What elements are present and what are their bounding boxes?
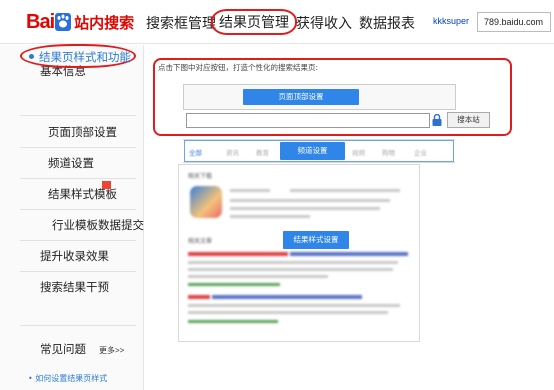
search-input[interactable]: [186, 113, 430, 128]
text-line: [290, 189, 400, 192]
new-badge-icon: [102, 181, 111, 189]
bullet-icon: [29, 54, 34, 59]
result-url: [188, 283, 280, 286]
faq-title: 常见问题: [40, 342, 86, 356]
sidebar-item-industry-template-submit[interactable]: 行业模板数据提交: [52, 217, 144, 233]
search-site-button[interactable]: 搜本站: [447, 112, 490, 128]
top-bar: Bai 站内搜索 搜索框管理 结果页管理 获得收入 数据报表 kkksuper …: [0, 0, 554, 44]
text-line: [230, 199, 390, 202]
text-line: [188, 275, 328, 278]
search-lock-icon: [432, 114, 442, 126]
result-link[interactable]: [212, 295, 362, 299]
more-link[interactable]: 更多>>: [99, 345, 124, 356]
text-line: [230, 215, 310, 218]
divider: [20, 240, 136, 241]
logo-suffix: 站内搜索: [74, 13, 135, 32]
sidebar-item-channel-settings[interactable]: 频道设置: [48, 155, 94, 171]
result-heading-articles: 相关文章: [188, 238, 213, 245]
sidebar-item-improve-indexing[interactable]: 提升收录效果: [40, 248, 109, 264]
tab-video[interactable]: 视频: [352, 147, 365, 157]
nav-earnings[interactable]: 获得收入: [296, 13, 352, 33]
result-link[interactable]: [290, 252, 408, 256]
sidebar-item-result-intervention[interactable]: 搜索结果干预: [40, 279, 109, 295]
divider: [20, 115, 136, 116]
divider: [20, 147, 136, 148]
text-line: [230, 207, 380, 210]
result-url: [188, 320, 278, 323]
divider: [20, 209, 136, 210]
tab-news[interactable]: 资讯: [226, 147, 239, 157]
nav-data-reports[interactable]: 数据报表: [359, 13, 415, 33]
baidu-logo[interactable]: Bai 站内搜索: [26, 10, 134, 34]
result-style-button[interactable]: 结果样式设置: [283, 231, 349, 249]
tab-education[interactable]: 教育: [256, 147, 269, 157]
divider: [20, 178, 136, 179]
nav-search-box-management[interactable]: 搜索框管理: [146, 13, 216, 33]
result-link[interactable]: [188, 252, 288, 256]
sidebar-item-result-page-style[interactable]: 结果页样式和功能: [39, 49, 131, 65]
result-heading-download: 相关下载: [188, 173, 213, 180]
text-line: [188, 311, 388, 314]
top-setting-button[interactable]: 页面顶部设置: [243, 89, 359, 105]
text-line: [188, 268, 393, 271]
text-line: [188, 304, 400, 307]
result-link[interactable]: [188, 295, 210, 299]
username[interactable]: kkksuper: [433, 16, 469, 26]
text-line: [188, 261, 398, 264]
divider: [20, 271, 136, 272]
tab-all[interactable]: 全部: [189, 147, 202, 157]
tab-enterprise[interactable]: 企业: [414, 147, 427, 157]
logo-bai: Bai: [26, 10, 55, 33]
paw-icon: [55, 13, 72, 31]
tab-shopping[interactable]: 购物: [382, 147, 395, 157]
divider: [20, 325, 136, 326]
nav-results-page-management[interactable]: 结果页管理: [211, 9, 297, 35]
app-thumbnail: [190, 186, 222, 218]
help-link[interactable]: • 如何设置结果页样式: [28, 373, 107, 384]
sidebar-item-top-settings[interactable]: 页面顶部设置: [48, 124, 117, 140]
text-line: [230, 189, 270, 192]
channel-setting-button[interactable]: 频道设置: [280, 142, 345, 160]
domain-selector[interactable]: 789.baidu.com: [477, 12, 551, 32]
